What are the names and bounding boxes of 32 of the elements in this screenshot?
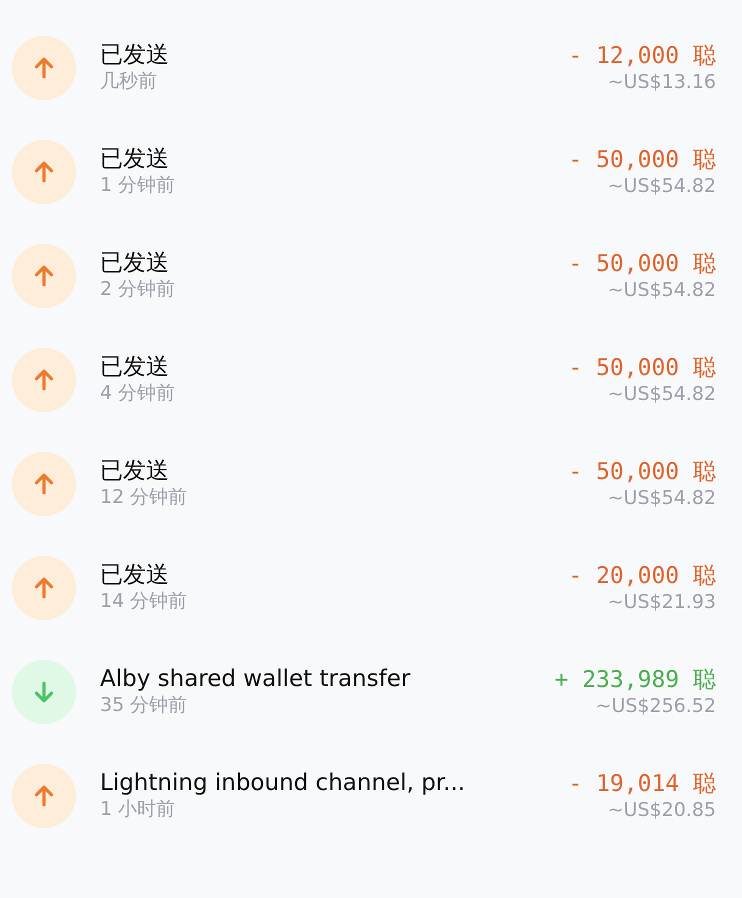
fiat-amount: ~US$54.82 — [608, 382, 716, 406]
transaction-time: 几秒前 — [100, 70, 157, 92]
transaction-amount: - 19,014 聪 — [568, 770, 716, 798]
transaction-time: 12 分钟前 — [100, 486, 188, 508]
transaction-time: 1 分钟前 — [100, 174, 176, 196]
transaction-amount: + 233,989 聪 — [554, 666, 716, 694]
transaction-title: 已发送 — [100, 562, 169, 588]
transaction-amount: - 50,000 聪 — [568, 354, 716, 382]
transaction-time: 35 分钟前 — [100, 694, 188, 716]
transaction-title: 已发送 — [100, 458, 169, 484]
fiat-amount: ~US$20.85 — [608, 798, 716, 822]
transaction-time: 1 小时前 — [100, 798, 176, 820]
fiat-amount: ~US$54.82 — [608, 174, 716, 198]
fiat-amount: ~US$13.16 — [608, 70, 716, 94]
fiat-amount: ~US$54.82 — [608, 278, 716, 302]
transaction-title: 已发送 — [100, 354, 169, 380]
fiat-amount: ~US$21.93 — [608, 590, 716, 614]
transaction-amount: - 50,000 聪 — [568, 458, 716, 486]
transaction-title: 已发送 — [100, 250, 169, 276]
transaction-time: 2 分钟前 — [100, 278, 176, 300]
transaction-title: 已发送 — [100, 146, 169, 172]
transaction-amount: - 50,000 聪 — [568, 250, 716, 278]
transaction-time: 4 分钟前 — [100, 382, 176, 404]
transaction-title: Lightning inbound channel, pr... — [100, 770, 466, 796]
fiat-amount: ~US$256.52 — [596, 694, 716, 718]
transaction-amount: - 50,000 聪 — [568, 146, 716, 174]
transaction-amount: - 20,000 聪 — [568, 562, 716, 590]
transaction-time: 14 分钟前 — [100, 590, 188, 612]
transaction-title: Alby shared wallet transfer — [100, 666, 410, 692]
fiat-amount: ~US$54.82 — [608, 486, 716, 510]
transaction-amount: - 12,000 聪 — [568, 42, 716, 70]
transaction-title: 已发送 — [100, 42, 169, 68]
